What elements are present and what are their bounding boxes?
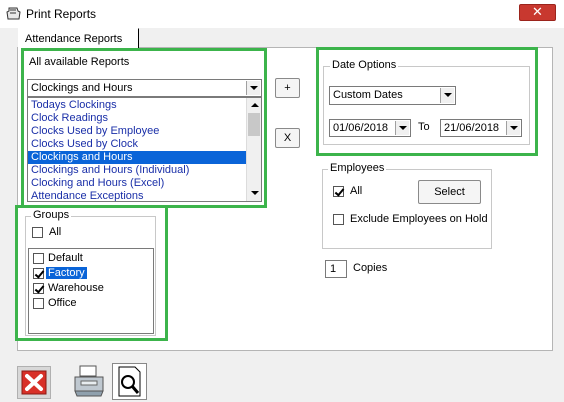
- from-date-value: 01/06/2018: [333, 122, 389, 134]
- report-list-item[interactable]: Todays Clockings: [28, 99, 247, 112]
- group-list-item[interactable]: Office: [30, 296, 153, 311]
- add-report-button[interactable]: +: [275, 78, 300, 98]
- report-list-item[interactable]: Clocks Used by Clock: [28, 138, 247, 151]
- groups-all-label: All: [49, 226, 62, 238]
- groups-listbox[interactable]: Default Factory Warehouse Office: [28, 248, 154, 334]
- to-label: To: [418, 121, 430, 133]
- group-checkbox[interactable]: [33, 268, 44, 279]
- printer-icon[interactable]: [72, 363, 106, 399]
- to-date-value: 21/06/2018: [444, 122, 500, 134]
- scroll-up-icon[interactable]: [247, 98, 261, 113]
- report-list-item[interactable]: Clocking and Hours (Excel): [28, 177, 247, 190]
- copies-input[interactable]: 1: [325, 260, 347, 278]
- group-list-item[interactable]: Default: [30, 251, 153, 266]
- from-date-picker[interactable]: 01/06/2018: [329, 119, 411, 137]
- date-options-label: Date Options: [330, 59, 399, 71]
- group-label: Factory: [46, 267, 87, 279]
- group-checkbox[interactable]: [33, 298, 44, 309]
- date-range-value: Custom Dates: [333, 89, 403, 101]
- group-checkbox[interactable]: [33, 253, 44, 264]
- report-list-item[interactable]: Clocks Used by Employee: [28, 125, 247, 138]
- employees-all-label: All: [350, 185, 363, 197]
- groups-label: Groups: [31, 209, 72, 221]
- reports-listbox[interactable]: Todays Clockings Clock Readings Clocks Use…: [27, 97, 262, 202]
- report-type-combo[interactable]: Clockings and Hours: [27, 79, 262, 97]
- group-label: Default: [48, 252, 83, 264]
- copies-label: Copies: [353, 262, 388, 274]
- report-type-value: Clockings and Hours: [31, 82, 133, 94]
- reports-label: All available Reports: [29, 56, 130, 68]
- group-checkbox[interactable]: [33, 283, 44, 294]
- employees-all-checkbox[interactable]: [333, 186, 344, 197]
- group-label: Warehouse: [48, 282, 104, 294]
- group-label: Office: [48, 297, 77, 309]
- window-close-button[interactable]: ✕: [519, 4, 556, 21]
- to-date-picker[interactable]: 21/06/2018: [440, 119, 522, 137]
- report-list-item[interactable]: Clockings and Hours (Individual): [28, 164, 247, 177]
- report-list-item[interactable]: Clockings and Hours: [28, 151, 247, 164]
- employees-label: Employees: [328, 162, 387, 174]
- chevron-down-icon[interactable]: [395, 121, 409, 135]
- window-title: Print Reports: [26, 7, 97, 21]
- tab-attendance-reports[interactable]: Attendance Reports: [18, 28, 139, 48]
- print-preview-icon[interactable]: [112, 363, 147, 400]
- scroll-down-icon[interactable]: [247, 186, 261, 201]
- date-range-combo[interactable]: Custom Dates: [329, 86, 456, 105]
- exclude-on-hold-checkbox[interactable]: [333, 214, 344, 225]
- scroll-thumb[interactable]: [248, 113, 260, 136]
- app-icon: [6, 7, 21, 20]
- groups-all-checkbox[interactable]: [32, 227, 43, 238]
- chevron-down-icon[interactable]: [246, 81, 260, 95]
- red-x-icon[interactable]: [17, 366, 51, 399]
- chevron-down-icon[interactable]: [506, 121, 520, 135]
- select-employees-button[interactable]: Select: [418, 180, 481, 204]
- group-list-item[interactable]: Warehouse: [30, 281, 153, 296]
- chevron-down-icon[interactable]: [440, 88, 454, 103]
- exclude-on-hold-label: Exclude Employees on Hold: [350, 213, 488, 225]
- reports-scrollbar[interactable]: [246, 98, 261, 201]
- report-list-item[interactable]: Attendance Exceptions: [28, 190, 247, 201]
- group-list-item[interactable]: Factory: [30, 266, 153, 281]
- report-list-item[interactable]: Clock Readings: [28, 112, 247, 125]
- remove-report-button[interactable]: X: [275, 128, 300, 148]
